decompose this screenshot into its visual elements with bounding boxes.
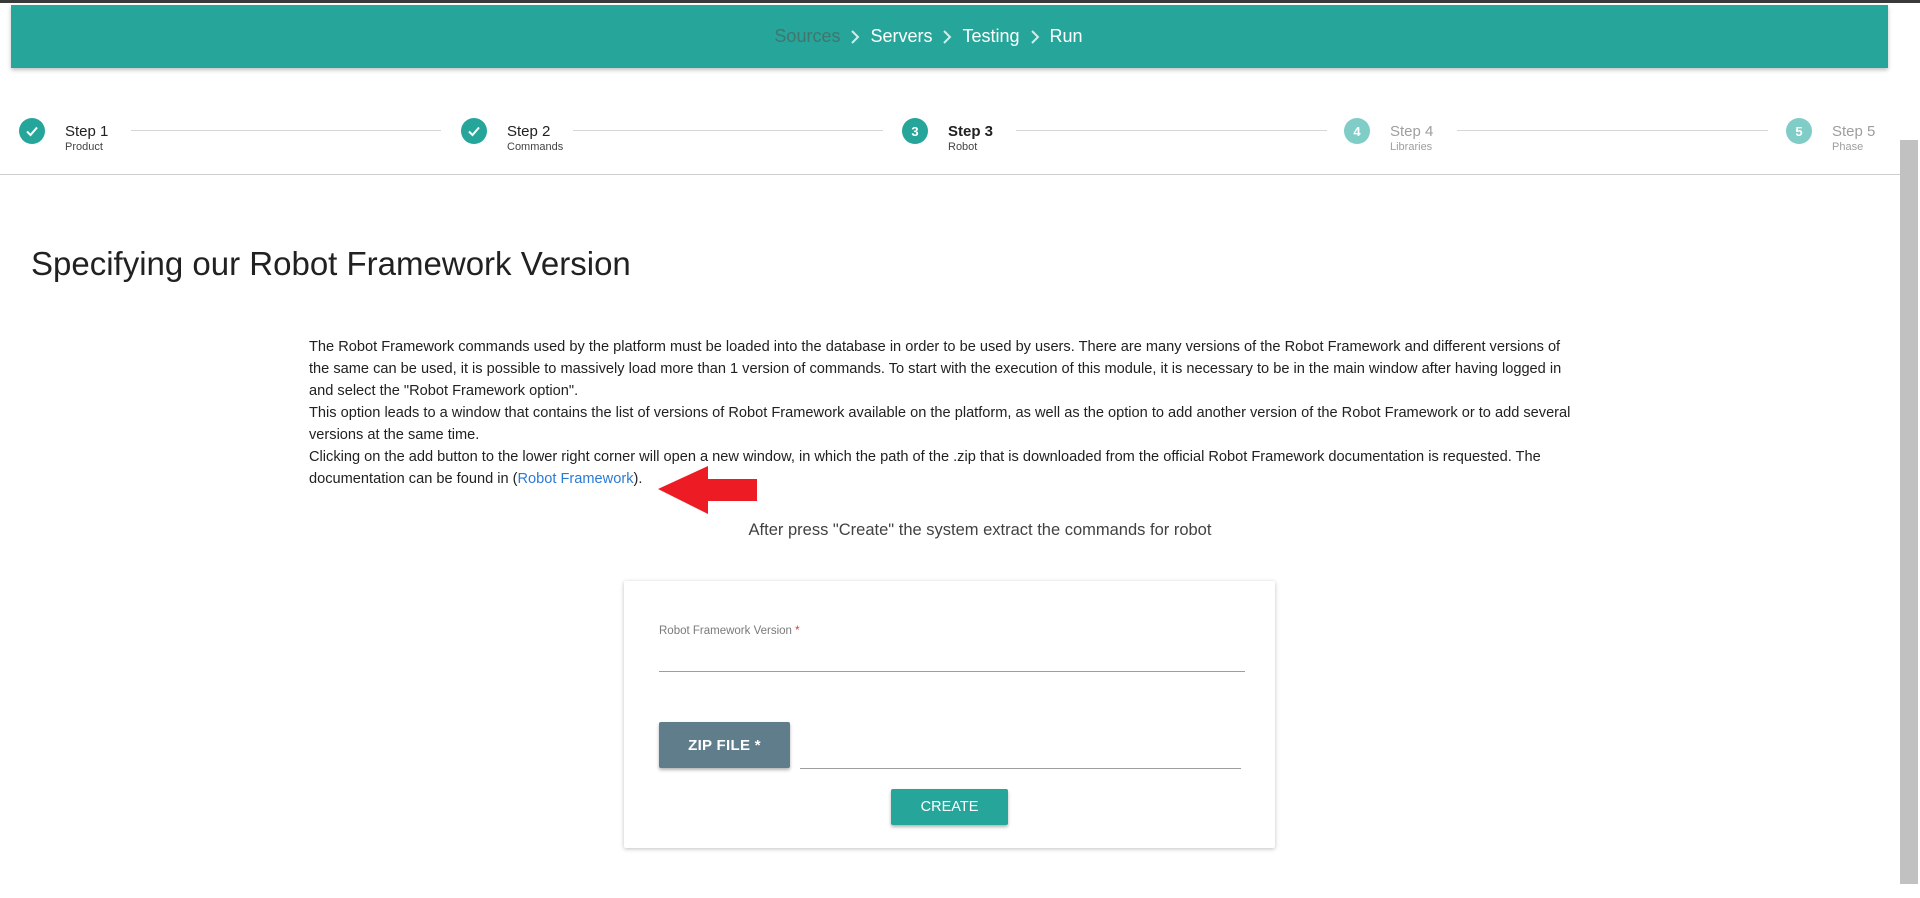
step-title: Step 3 bbox=[948, 123, 994, 140]
step-subtitle: Product bbox=[65, 141, 103, 153]
required-mark: * bbox=[795, 625, 800, 637]
step-2[interactable]: Step 2 Commands bbox=[461, 118, 563, 154]
step-connector bbox=[573, 130, 883, 131]
step-4[interactable]: 4 Step 4 Libraries bbox=[1344, 118, 1433, 154]
step-5[interactable]: 5 Step 5 Phase bbox=[1786, 118, 1875, 154]
robot-framework-link[interactable]: Robot Framework bbox=[518, 471, 634, 487]
zip-file-path-field[interactable] bbox=[800, 768, 1241, 769]
chevron-right-icon bbox=[932, 29, 962, 44]
step-subtitle: Robot bbox=[948, 141, 978, 153]
breadcrumb-run[interactable]: Run bbox=[1050, 26, 1083, 47]
paragraph-text: ). bbox=[633, 471, 643, 487]
window-top-border bbox=[0, 0, 1920, 3]
check-icon bbox=[19, 118, 45, 144]
description-paragraph: The Robot Framework commands used by the… bbox=[309, 339, 1562, 399]
step-connector bbox=[1457, 130, 1768, 131]
step-connector bbox=[1016, 130, 1327, 131]
breadcrumb-sources[interactable]: Sources bbox=[774, 26, 840, 47]
description-paragraph: This option leads to a window that conta… bbox=[309, 405, 1571, 443]
step-number: 5 bbox=[1786, 118, 1812, 144]
step-number: 4 bbox=[1344, 118, 1370, 144]
step-title: Step 5 bbox=[1832, 123, 1876, 140]
paragraph-text: Clicking on the add button to the lower … bbox=[309, 449, 1541, 487]
breadcrumb-servers[interactable]: Servers bbox=[870, 26, 932, 47]
create-button[interactable]: CREATE bbox=[891, 789, 1008, 825]
zip-file-button[interactable]: ZIP FILE * bbox=[659, 722, 790, 768]
chevron-right-icon bbox=[840, 29, 870, 44]
version-field-label: Robot Framework Version * bbox=[659, 625, 800, 637]
description-paragraph: Clicking on the add button to the lower … bbox=[309, 446, 1584, 490]
step-1[interactable]: Step 1 Product bbox=[19, 118, 108, 154]
chevron-right-icon bbox=[1020, 29, 1050, 44]
red-arrow-left-icon bbox=[658, 465, 758, 520]
step-3[interactable]: 3 Step 3 Robot bbox=[902, 118, 993, 154]
top-navigation-bar: Sources Servers Testing Run bbox=[11, 5, 1888, 68]
stepper: Step 1 Product Step 2 Commands 3 Step 3 … bbox=[0, 108, 1900, 175]
step-title: Step 1 bbox=[65, 123, 109, 140]
create-version-card: Robot Framework Version * ZIP FILE * CRE… bbox=[624, 581, 1275, 848]
version-input[interactable] bbox=[659, 643, 1245, 672]
step-title: Step 2 bbox=[507, 123, 551, 140]
description: The Robot Framework commands used by the… bbox=[309, 336, 1584, 490]
step-subtitle: Phase bbox=[1832, 141, 1864, 153]
step-connector bbox=[131, 130, 441, 131]
after-create-note: After press "Create" the system extract … bbox=[748, 521, 1212, 539]
step-title: Step 4 bbox=[1390, 123, 1434, 140]
scrollbar[interactable] bbox=[1900, 140, 1918, 884]
version-label-text: Robot Framework Version bbox=[659, 625, 792, 637]
breadcrumb-testing[interactable]: Testing bbox=[962, 26, 1019, 47]
step-number: 3 bbox=[902, 118, 928, 144]
page-title: Specifying our Robot Framework Version bbox=[31, 245, 631, 282]
step-subtitle: Commands bbox=[507, 141, 564, 153]
check-icon bbox=[461, 118, 487, 144]
step-subtitle: Libraries bbox=[1390, 141, 1433, 153]
breadcrumb: Sources Servers Testing Run bbox=[774, 26, 1082, 47]
